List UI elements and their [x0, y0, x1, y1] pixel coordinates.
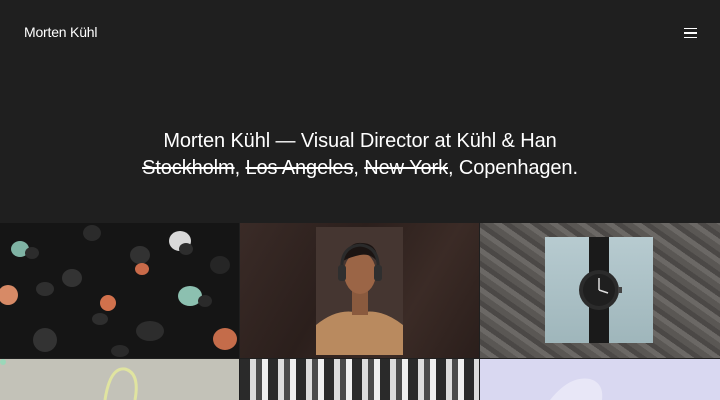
menu-line: [684, 32, 697, 34]
hamburger-menu-icon[interactable]: [678, 25, 702, 41]
project-tile-cable[interactable]: [0, 359, 239, 400]
portrait-photo: [316, 227, 403, 355]
hero-title: Morten Kühl — Visual Director at Kühl & …: [163, 130, 557, 152]
city-separator: ,: [234, 157, 246, 179]
lavender-object-image: [550, 378, 603, 400]
watch-image: [579, 237, 622, 343]
site-logo[interactable]: Morten Kühl: [24, 24, 97, 40]
project-tile-building[interactable]: [240, 359, 479, 400]
earbuds-image: [0, 223, 239, 358]
city-separator: ,: [353, 157, 365, 179]
cable-image: [0, 359, 138, 400]
city-current: Copenhagen.: [458, 157, 578, 179]
project-gallery: [0, 223, 720, 400]
portrait-image: [316, 227, 403, 355]
hero-cities: Stockholm, Los Angeles, New York, Copenh…: [0, 155, 720, 182]
city-separator: ,: [447, 157, 459, 179]
menu-line: [684, 36, 697, 39]
watch-backdrop: [545, 237, 653, 343]
menu-line: [684, 27, 697, 30]
site-header: Morten Kühl: [0, 0, 720, 66]
city-past: Stockholm: [142, 157, 235, 179]
project-tile-watch[interactable]: [480, 223, 720, 358]
project-tile-lavender[interactable]: [480, 359, 720, 400]
hero-intro: Morten Kühl — Visual Director at Kühl & …: [0, 128, 720, 182]
city-past: New York: [364, 157, 448, 179]
project-tile-portrait[interactable]: [240, 223, 479, 358]
project-tile-earbuds[interactable]: [0, 223, 239, 358]
city-past: Los Angeles: [245, 157, 354, 179]
